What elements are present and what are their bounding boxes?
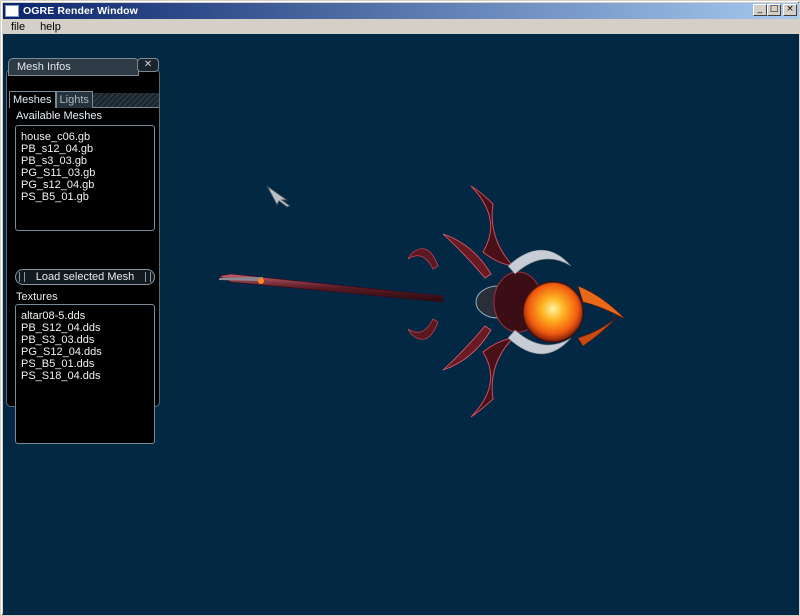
textures-label: Textures (16, 291, 58, 303)
app-window: OGRE Render Window _ □ × file help Meshe… (0, 0, 800, 616)
available-meshes-label: Available Meshes (16, 110, 103, 122)
load-button-label: Load selected Mesh (35, 271, 135, 283)
menu-help[interactable]: help (32, 21, 68, 33)
arrow-cursor-icon (266, 185, 292, 208)
list-item[interactable]: PS_B5_01.gb (21, 191, 154, 203)
render-viewport[interactable]: Meshes Lights Available Meshes house_c06… (3, 34, 799, 615)
maximize-icon[interactable]: □ (767, 4, 781, 16)
window-app-icon (5, 5, 19, 17)
window-controls: _ □ × (753, 4, 797, 16)
list-item[interactable]: PG_s12_04.gb (21, 179, 154, 191)
list-item[interactable]: PB_s12_04.gb (21, 143, 154, 155)
close-icon[interactable]: × (783, 4, 797, 16)
window-title: OGRE Render Window (23, 5, 138, 17)
panel-tabs: Meshes Lights (9, 91, 159, 108)
button-cap-right (145, 272, 151, 282)
list-item[interactable]: house_c06.gb (21, 131, 154, 143)
tab-strip-filler (92, 93, 159, 108)
list-item[interactable]: PB_s3_03.gb (21, 155, 154, 167)
menu-file[interactable]: file (3, 21, 32, 33)
panel-title[interactable]: Mesh Infos (8, 58, 139, 76)
list-item[interactable]: altar08-5.dds (21, 310, 154, 322)
panel-close-icon[interactable]: ✕ (137, 58, 159, 72)
minimize-icon[interactable]: _ (753, 4, 767, 16)
panel-frame: Meshes Lights Available Meshes house_c06… (6, 69, 160, 444)
list-item[interactable]: PB_S3_03.dds (21, 334, 154, 346)
list-item[interactable]: PG_S11_03.gb (21, 167, 154, 179)
mesh-infos-panel: Meshes Lights Available Meshes house_c06… (6, 57, 160, 444)
list-item[interactable]: PS_B5_01.dds (21, 358, 154, 370)
load-selected-mesh-button[interactable]: Load selected Mesh (15, 269, 155, 285)
title-bar[interactable]: OGRE Render Window _ □ × (3, 3, 799, 19)
staff-mesh (218, 185, 626, 418)
list-item[interactable]: PG_S12_04.dds (21, 346, 154, 358)
list-item[interactable]: PS_S18_04.dds (21, 370, 154, 382)
list-item[interactable]: PB_S12_04.dds (21, 322, 154, 334)
button-cap-left (19, 272, 25, 282)
tab-lights[interactable]: Lights (55, 91, 93, 108)
meshes-list[interactable]: house_c06.gb PB_s12_04.gb PB_s3_03.gb PG… (15, 125, 155, 231)
menu-bar: file help (3, 19, 799, 34)
textures-list[interactable]: altar08-5.dds PB_S12_04.dds PB_S3_03.dds… (15, 304, 155, 444)
tab-meshes[interactable]: Meshes (9, 91, 56, 108)
